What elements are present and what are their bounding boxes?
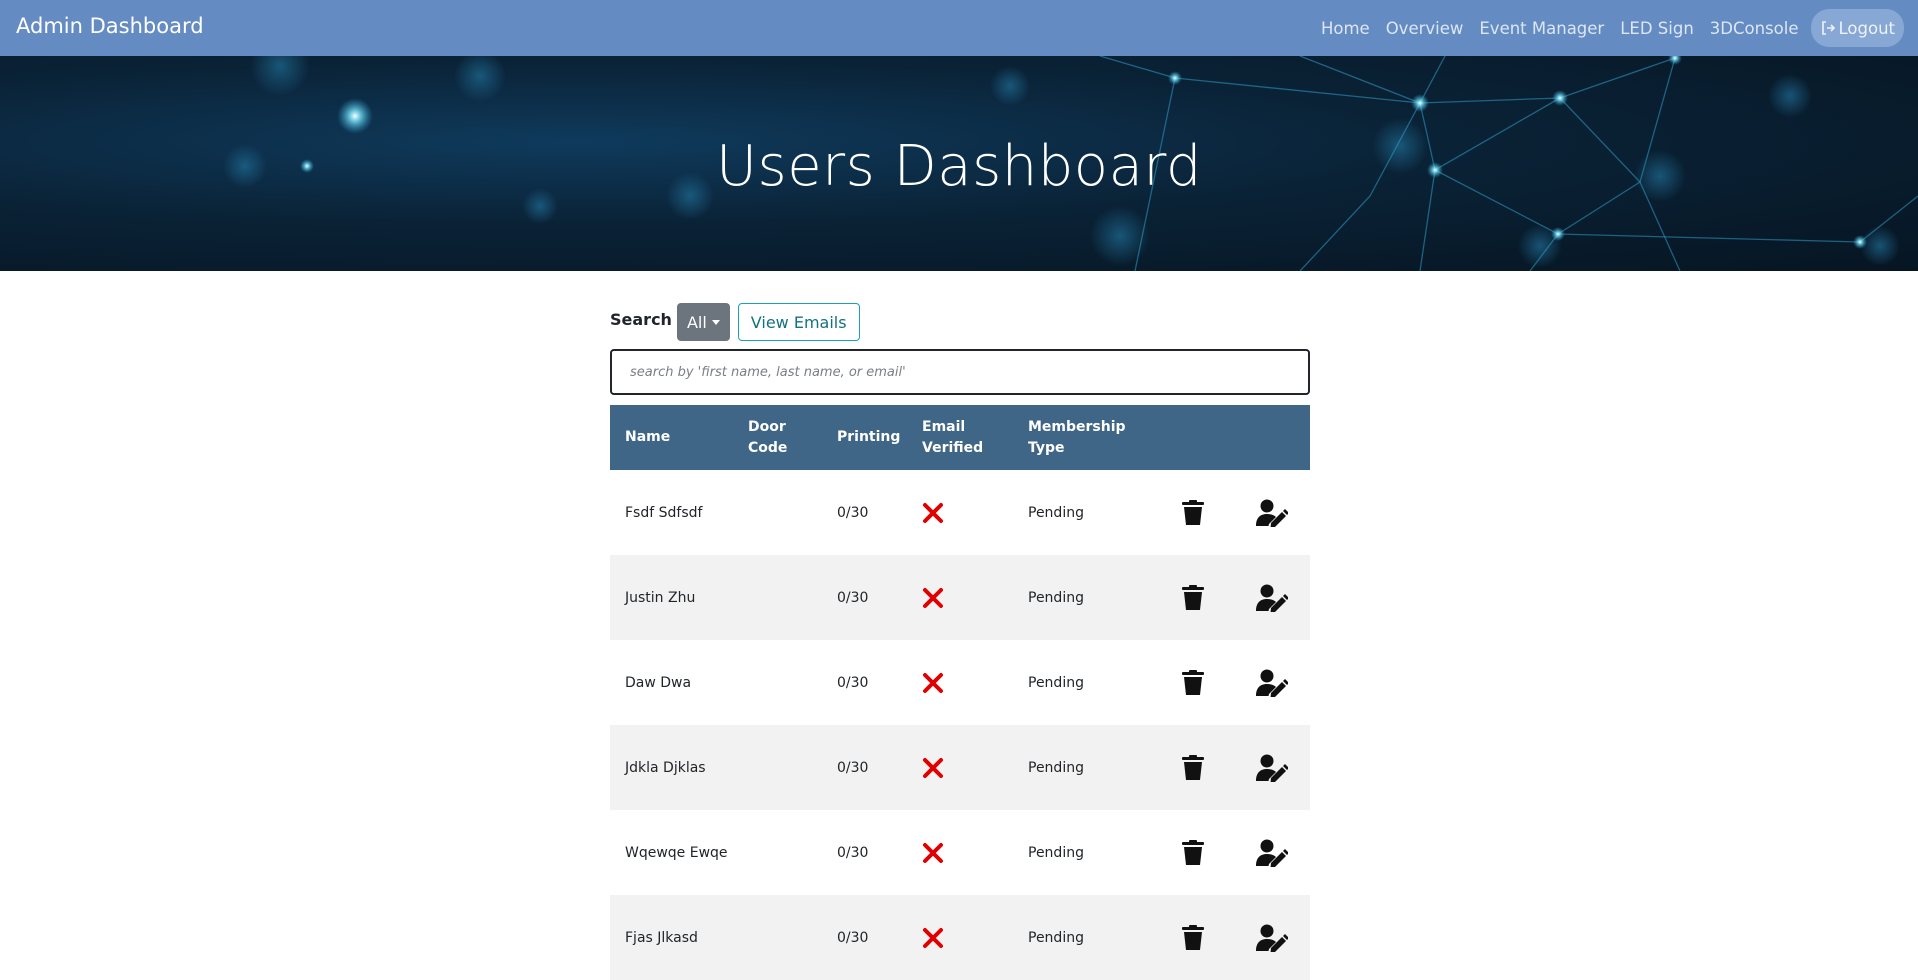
trash-icon[interactable] — [1182, 924, 1204, 951]
cell-edit — [1233, 924, 1310, 952]
cell-name: Daw Dwa — [625, 674, 692, 691]
column-header-door-code[interactable]: Door Code — [734, 417, 823, 459]
x-icon — [923, 672, 943, 693]
column-header-printing[interactable]: Printing — [823, 427, 908, 448]
trash-icon[interactable] — [1182, 839, 1204, 866]
nav-link-home[interactable]: Home — [1313, 19, 1378, 38]
cell-email-verified — [908, 502, 1014, 524]
cell-membership-type: Pending — [1028, 844, 1084, 861]
cell-delete — [1153, 924, 1233, 951]
cell-name: Wqewqe Ewqe — [625, 844, 728, 861]
user-edit-icon[interactable] — [1255, 669, 1288, 697]
cell-delete — [1153, 499, 1233, 526]
view-emails-button[interactable]: View Emails — [737, 303, 860, 341]
cell-printing: 0/30 — [837, 674, 869, 691]
cell-email-verified — [908, 757, 1014, 779]
nav-link-overview[interactable]: Overview — [1378, 19, 1472, 38]
logout-button[interactable]: Logout — [1810, 9, 1904, 47]
cell-email-verified — [908, 842, 1014, 864]
column-header-name[interactable]: Name — [610, 427, 734, 448]
cell-name: Fsdf Sdfsdf — [625, 504, 703, 521]
users-table: Name Door Code Printing Email Verified Mem… — [610, 405, 1310, 980]
nav-links: Home Overview Event Manager LED Sign 3DC… — [1313, 9, 1904, 47]
user-edit-icon[interactable] — [1255, 924, 1288, 952]
user-edit-icon[interactable] — [1255, 754, 1288, 782]
table-row: Jdkla Djklas 0/30 Pending — [610, 725, 1310, 810]
user-edit-icon[interactable] — [1255, 499, 1288, 527]
brand-title[interactable]: Admin Dashboard — [16, 14, 204, 38]
x-icon — [923, 502, 943, 523]
navbar: Admin Dashboard Home Overview Event Mana… — [0, 0, 1918, 56]
user-edit-icon[interactable] — [1255, 839, 1288, 867]
trash-icon[interactable] — [1182, 669, 1204, 696]
table-body: Fsdf Sdfsdf 0/30 Pending Justin Zhu 0/30… — [610, 470, 1310, 980]
x-icon — [923, 842, 943, 863]
filter-dropdown[interactable]: All — [676, 303, 730, 341]
user-edit-icon[interactable] — [1255, 584, 1288, 612]
table-row: Daw Dwa 0/30 Pending — [610, 640, 1310, 725]
column-header-email-verified[interactable]: Email Verified — [908, 417, 1014, 459]
x-icon — [923, 927, 943, 948]
cell-delete — [1153, 839, 1233, 866]
search-toolbar: Search All View Emails — [610, 303, 860, 341]
table-row: Wqewqe Ewqe 0/30 Pending — [610, 810, 1310, 895]
trash-icon[interactable] — [1182, 754, 1204, 781]
cell-delete — [1153, 584, 1233, 611]
table-header: Name Door Code Printing Email Verified Mem… — [610, 405, 1310, 470]
cell-membership-type: Pending — [1028, 504, 1084, 521]
cell-delete — [1153, 669, 1233, 696]
table-row: Justin Zhu 0/30 Pending — [610, 555, 1310, 640]
cell-email-verified — [908, 672, 1014, 694]
cell-edit — [1233, 499, 1310, 527]
cell-membership-type: Pending — [1028, 929, 1084, 946]
page-title: Users Dashboard — [716, 134, 1202, 199]
cell-name: Justin Zhu — [625, 589, 696, 606]
search-label: Search — [610, 309, 672, 329]
cell-email-verified — [908, 927, 1014, 949]
nav-link-3dconsole[interactable]: 3DConsole — [1702, 19, 1807, 38]
cell-printing: 0/30 — [837, 844, 869, 861]
cell-membership-type: Pending — [1028, 674, 1084, 691]
nav-link-led-sign[interactable]: LED Sign — [1612, 19, 1702, 38]
cell-edit — [1233, 584, 1310, 612]
cell-edit — [1233, 669, 1310, 697]
cell-printing: 0/30 — [837, 759, 869, 776]
search-input[interactable] — [610, 349, 1310, 395]
hero-banner: Users Dashboard — [0, 56, 1918, 271]
cell-printing: 0/30 — [837, 929, 869, 946]
trash-icon[interactable] — [1182, 584, 1204, 611]
nav-link-event-manager[interactable]: Event Manager — [1471, 19, 1612, 38]
cell-printing: 0/30 — [837, 589, 869, 606]
logout-label: Logout — [1838, 18, 1896, 38]
cell-email-verified — [908, 587, 1014, 609]
cell-edit — [1233, 839, 1310, 867]
cell-membership-type: Pending — [1028, 759, 1084, 776]
cell-edit — [1233, 754, 1310, 782]
trash-icon[interactable] — [1182, 499, 1204, 526]
cell-membership-type: Pending — [1028, 589, 1084, 606]
cell-name: Fjas Jlkasd — [625, 929, 698, 946]
table-row: Fjas Jlkasd 0/30 Pending — [610, 895, 1310, 980]
table-row: Fsdf Sdfsdf 0/30 Pending — [610, 470, 1310, 555]
cell-name: Jdkla Djklas — [625, 759, 706, 776]
x-icon — [923, 587, 943, 608]
cell-delete — [1153, 754, 1233, 781]
logout-icon — [1821, 21, 1835, 35]
column-header-membership-type[interactable]: Membership Type — [1014, 417, 1153, 459]
caret-down-icon — [711, 319, 720, 325]
cell-printing: 0/30 — [837, 504, 869, 521]
x-icon — [923, 757, 943, 778]
filter-selected-value: All — [686, 312, 707, 332]
